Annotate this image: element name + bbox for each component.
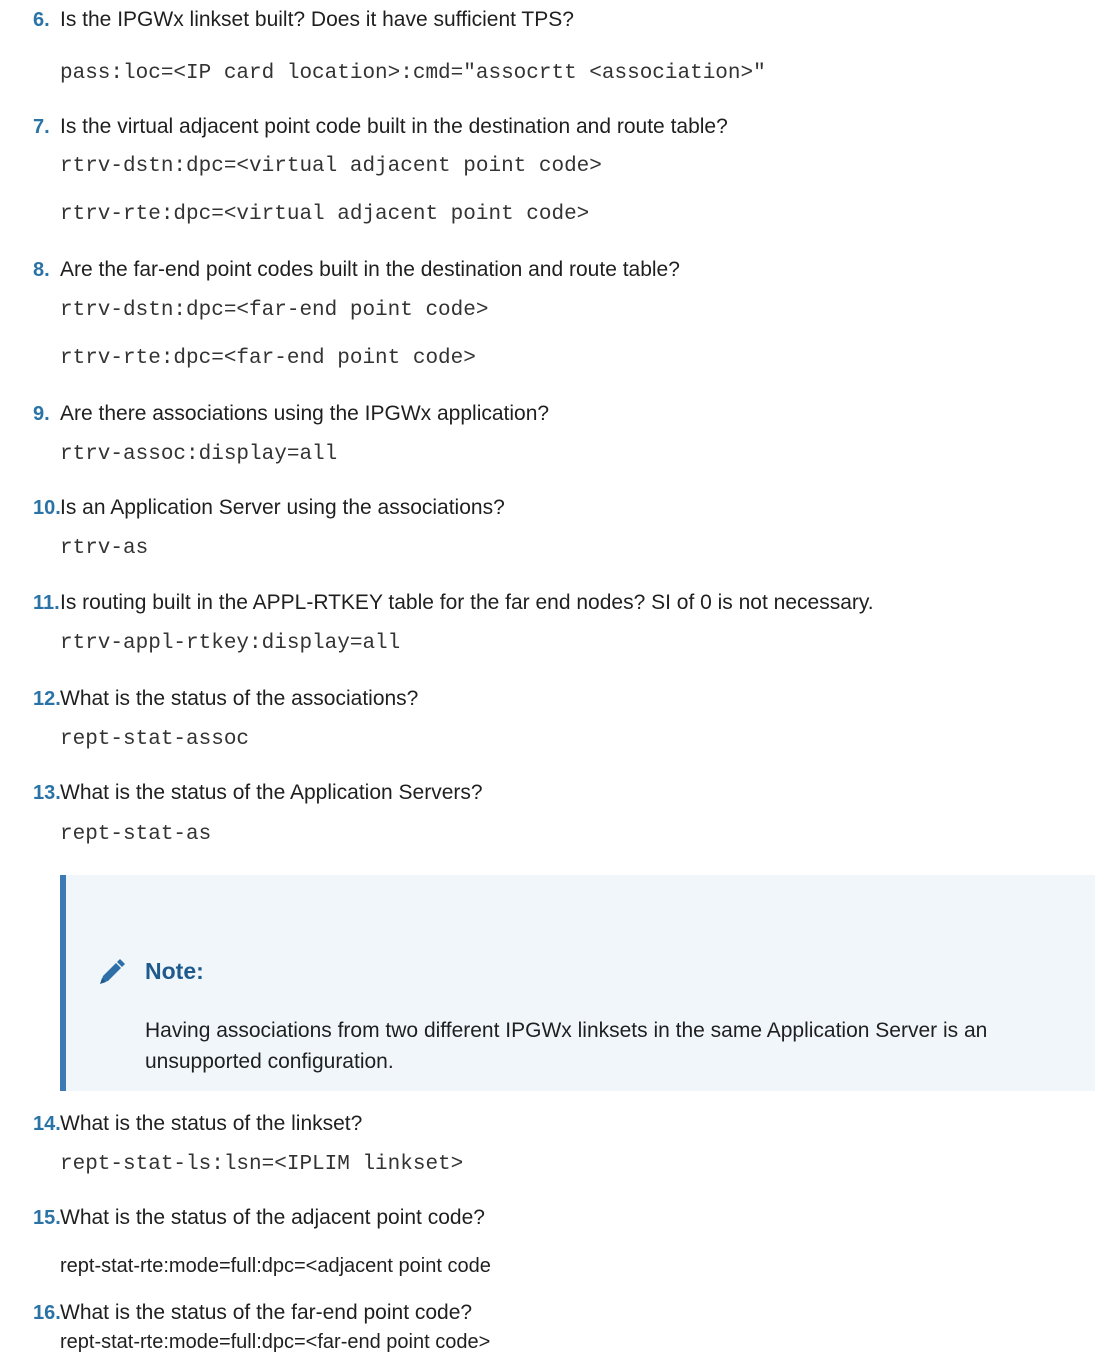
step-number: 12. — [33, 688, 61, 710]
step-question: Is an Application Server using the assoc… — [60, 496, 505, 519]
command-text: pass:loc=<IP card location>:cmd="assocrt… — [60, 62, 766, 85]
command-text: rept-stat-ls:lsn=<IPLIM linkset> — [60, 1153, 464, 1176]
step-number: 14. — [33, 1113, 61, 1135]
step-question: What is the status of the far-end point … — [60, 1301, 473, 1324]
command-text: rept-stat-rte:mode=full:dpc=<adjacent po… — [60, 1255, 491, 1277]
step-number: 8. — [33, 259, 50, 281]
step-number: 10. — [33, 497, 61, 519]
command-text: rept-stat-as — [60, 823, 212, 846]
step-question: What is the status of the adjacent point… — [60, 1206, 485, 1229]
step-number: 6. — [33, 9, 50, 31]
command-text: rtrv-rte:dpc=<far-end point code> — [60, 347, 476, 370]
step-question: Are there associations using the IPGWx a… — [60, 402, 550, 425]
command-text: rtrv-rte:dpc=<virtual adjacent point cod… — [60, 203, 590, 226]
step-number: 7. — [33, 116, 50, 138]
step-question: Are the far-end point codes built in the… — [60, 258, 680, 281]
command-text: rept-stat-rte:mode=full:dpc=<far-end poi… — [60, 1331, 491, 1353]
step-question: What is the status of the associations? — [60, 687, 419, 710]
step-number: 9. — [33, 403, 50, 425]
command-text: rtrv-as — [60, 537, 149, 560]
step-question: Is the virtual adjacent point code built… — [60, 115, 728, 138]
step-number: 15. — [33, 1207, 61, 1229]
step-question: Is the IPGWx linkset built? Does it have… — [60, 8, 574, 31]
note-title: Note: — [145, 958, 204, 984]
step-question: What is the status of the Application Se… — [60, 781, 483, 804]
command-text: rept-stat-assoc — [60, 728, 250, 751]
command-text: rtrv-assoc:display=all — [60, 443, 338, 466]
step-question: Is routing built in the APPL-RTKEY table… — [60, 591, 874, 614]
step-number: 16. — [33, 1302, 61, 1324]
pencil-icon — [97, 957, 127, 987]
command-text: rtrv-appl-rtkey:display=all — [60, 632, 401, 655]
step-number: 13. — [33, 782, 61, 804]
note-box: Note: Having associations from two diffe… — [60, 875, 1095, 1091]
note-text: Having associations from two different I… — [145, 1019, 988, 1073]
step-number: 11. — [33, 592, 60, 614]
command-text: rtrv-dstn:dpc=<far-end point code> — [60, 299, 489, 322]
command-text: rtrv-dstn:dpc=<virtual adjacent point co… — [60, 155, 602, 178]
document-page: { "steps": [ {"num": "6.", "question": "… — [0, 0, 1095, 1359]
step-question: What is the status of the linkset? — [60, 1112, 363, 1135]
